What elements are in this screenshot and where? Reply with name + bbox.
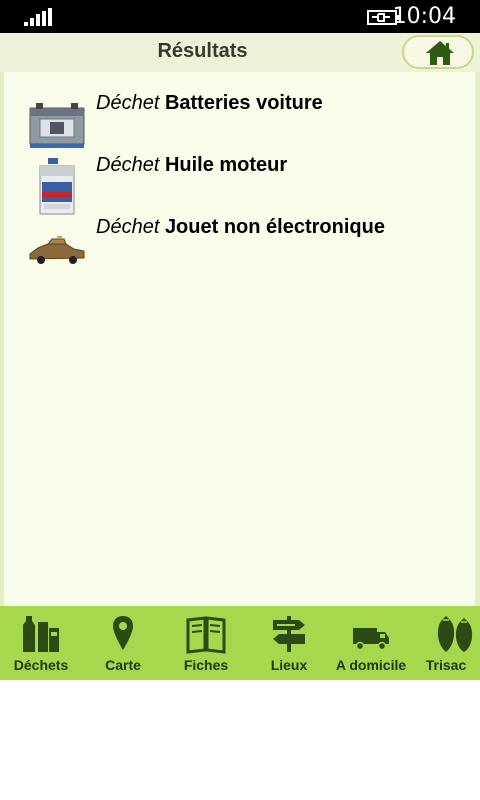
result-item[interactable]: Déchet Huile moteur	[26, 154, 466, 218]
tab-carte[interactable]: Carte	[82, 606, 164, 680]
content-frame-right	[475, 72, 480, 606]
tab-a-domicile[interactable]: A domicile	[330, 606, 412, 680]
tab-dechets[interactable]: Déchets	[0, 606, 82, 680]
car-battery-icon	[29, 103, 85, 148]
tab-label: Carte	[105, 657, 141, 673]
result-prefix: Déchet	[96, 154, 160, 176]
tab-label: Trisac	[425, 657, 467, 673]
signal-strength-icon	[24, 8, 52, 26]
motor-oil-icon	[39, 158, 75, 215]
trash-bags-icon	[437, 616, 473, 652]
result-label: Déchet Jouet non électronique	[96, 216, 385, 239]
results-list: Déchet Batteries voiture Déchet Huile mo…	[4, 72, 475, 606]
status-bar: 10:04	[0, 0, 480, 33]
result-prefix: Déchet	[96, 92, 160, 114]
result-name: Batteries voiture	[164, 92, 323, 114]
result-label: Déchet Batteries voiture	[96, 92, 323, 115]
bottom-tab-bar: Déchets Carte Fiches Lieux A domicile Tr…	[0, 606, 480, 680]
book-icon	[186, 616, 226, 654]
app-header: Résultats	[0, 33, 480, 72]
map-pin-icon	[113, 616, 133, 650]
home-button[interactable]	[402, 35, 474, 69]
bottles-icon	[23, 616, 59, 652]
tab-fiches[interactable]: Fiches	[164, 606, 248, 680]
result-name: Huile moteur	[164, 154, 288, 176]
status-time: 10:04	[392, 4, 456, 29]
result-item[interactable]: Déchet Batteries voiture	[26, 92, 466, 156]
tab-label: Fiches	[183, 657, 229, 673]
page-title: Résultats	[157, 40, 248, 62]
tab-label: Déchets	[13, 657, 69, 673]
result-prefix: Déchet	[96, 216, 160, 238]
signpost-icon	[273, 616, 305, 652]
tab-lieux[interactable]: Lieux	[248, 606, 330, 680]
toy-car-icon	[29, 236, 85, 264]
tab-label: Lieux	[270, 657, 308, 673]
result-name: Jouet non électronique	[164, 216, 385, 238]
tab-label: A domicile	[335, 657, 407, 673]
home-icon	[426, 41, 454, 65]
tab-trisac[interactable]: Trisac	[412, 606, 480, 680]
result-item[interactable]: Déchet Jouet non électronique	[26, 216, 466, 280]
result-label: Déchet Huile moteur	[96, 154, 287, 177]
truck-icon	[353, 628, 389, 651]
